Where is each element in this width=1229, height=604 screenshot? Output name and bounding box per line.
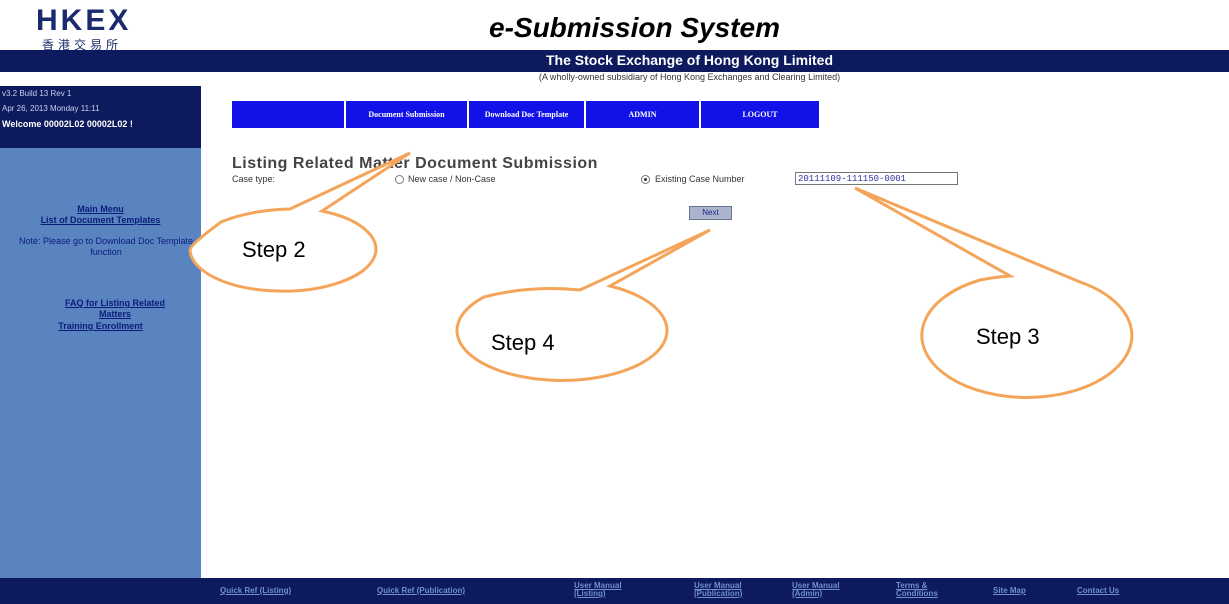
step-2-label: Step 2	[242, 237, 306, 262]
step-2-callout-bubble	[188, 151, 411, 293]
step-4-callout-bubble	[455, 228, 711, 382]
page-title: Listing Related Matter Document Submissi…	[232, 155, 598, 172]
sidebar-main-menu-link[interactable]: Main Menu	[0, 204, 201, 215]
case-type-label: Case type:	[232, 174, 276, 184]
org-subtitle: (A wholly-owned subsidiary of Hong Kong …	[538, 72, 841, 82]
footer-user-manual-admin[interactable]: User Manual (Admin)	[792, 582, 847, 598]
existing-case-label: Existing Case Number	[655, 174, 745, 184]
case-number-input[interactable]: 20111109-111150-0001	[795, 172, 958, 185]
new-case-radio[interactable]	[395, 175, 404, 184]
step-4-label: Step 4	[491, 330, 555, 355]
step-3-callout-bubble	[854, 186, 1134, 399]
footer-quick-ref-publication[interactable]: Quick Ref (Publication)	[377, 587, 465, 595]
sidebar-training-link[interactable]: Training Enrollment	[0, 321, 201, 332]
sidebar-doc-templates-link[interactable]: List of Document Templates	[0, 215, 201, 226]
nav-admin[interactable]: ADMIN	[586, 101, 701, 128]
footer-user-manual-listing[interactable]: User Manual (Listing)	[574, 582, 629, 598]
sidebar-faq-link[interactable]: FAQ for Listing Related Matters	[50, 298, 180, 320]
build-version: v3.2 Build 13 Rev 1	[2, 89, 72, 98]
footer-contact-us[interactable]: Contact Us	[1077, 587, 1119, 595]
sidebar-note: Note: Please go to Download Doc Template…	[19, 236, 193, 257]
sidebar-info-panel: v3.2 Build 13 Rev 1 Apr 26, 2013 Monday …	[0, 86, 201, 148]
nav-logout[interactable]: LOGOUT	[701, 101, 821, 128]
footer-site-map[interactable]: Site Map	[993, 587, 1026, 595]
date-time: Apr 26, 2013 Monday 11:11	[2, 104, 100, 113]
nav-blank-tab	[232, 101, 346, 128]
next-button[interactable]: Next	[689, 206, 732, 220]
app-title: e-Submission System	[489, 12, 780, 43]
footer-quick-ref-listing[interactable]: Quick Ref (Listing)	[220, 587, 291, 595]
org-name: The Stock Exchange of Hong Kong Limited	[545, 52, 833, 68]
footer-user-manual-publication[interactable]: User Manual (Publication)	[694, 582, 749, 598]
step-3-label: Step 3	[976, 324, 1040, 349]
sidebar: Main Menu List of Document Templates Not…	[0, 148, 201, 578]
welcome-text: Welcome 00002L02 00002L02 !	[2, 119, 133, 129]
existing-case-radio[interactable]	[641, 175, 650, 184]
nav-download-doc-template[interactable]: Download Doc Template	[469, 101, 586, 128]
footer-terms-conditions[interactable]: Terms & Conditions	[896, 582, 941, 598]
nav-document-submission[interactable]: Document Submission	[346, 101, 469, 128]
new-case-label: New case / Non-Case	[408, 174, 496, 184]
